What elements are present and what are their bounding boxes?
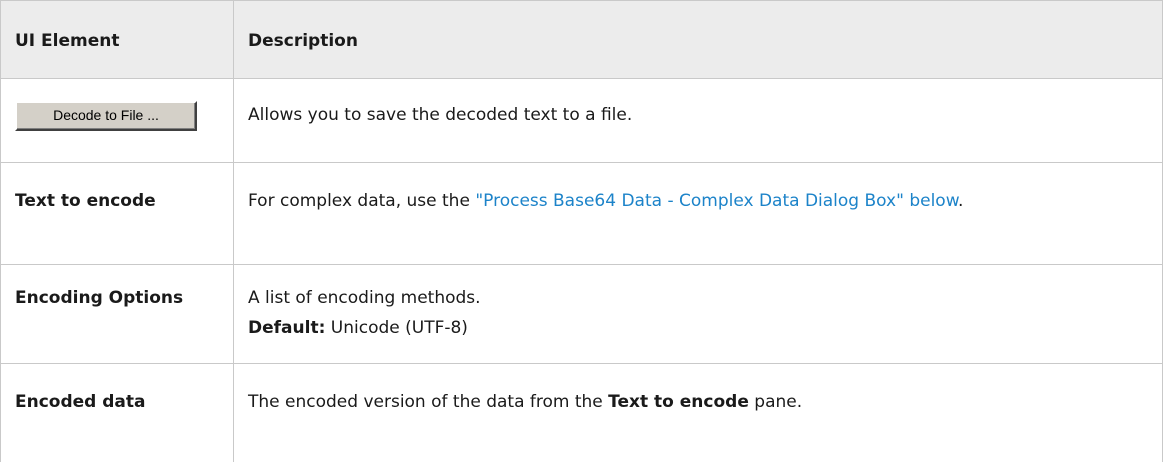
default-label: Default:	[248, 318, 325, 338]
description-text: For complex data, use the	[248, 191, 475, 211]
default-line: Default: Unicode (UTF-8)	[248, 313, 1148, 343]
element-cell: Text to encode	[1, 163, 234, 265]
description-text-end: .	[958, 191, 963, 211]
table-header-row: UI Element Description	[1, 1, 1163, 79]
table-row: Decode to File ... Allows you to save th…	[1, 79, 1163, 163]
table-row: Encoded data The encoded version of the …	[1, 364, 1163, 462]
default-value: Unicode (UTF-8)	[325, 318, 468, 338]
element-cell: Encoded data	[1, 364, 234, 462]
ui-elements-table: UI Element Description Decode to File ..…	[0, 0, 1163, 462]
table-row: Text to encode For complex data, use the…	[1, 163, 1163, 265]
description-cell: For complex data, use the "Process Base6…	[234, 163, 1163, 265]
description-cell: A list of encoding methods. Default: Uni…	[234, 265, 1163, 364]
element-cell: Decode to File ...	[1, 79, 234, 163]
description-text: The encoded version of the data from the	[248, 392, 608, 412]
description-text-end: pane.	[749, 392, 802, 412]
description-bold: Text to encode	[608, 392, 749, 412]
table-row: Encoding Options A list of encoding meth…	[1, 265, 1163, 364]
header-description: Description	[234, 1, 1163, 79]
decode-to-file-button[interactable]: Decode to File ...	[15, 101, 197, 131]
description-line: A list of encoding methods.	[248, 283, 1148, 313]
complex-data-dialog-link[interactable]: "Process Base64 Data - Complex Data Dial…	[475, 191, 958, 211]
description-cell: Allows you to save the decoded text to a…	[234, 79, 1163, 163]
element-cell: Encoding Options	[1, 265, 234, 364]
header-ui-element: UI Element	[1, 1, 234, 79]
description-cell: The encoded version of the data from the…	[234, 364, 1163, 462]
